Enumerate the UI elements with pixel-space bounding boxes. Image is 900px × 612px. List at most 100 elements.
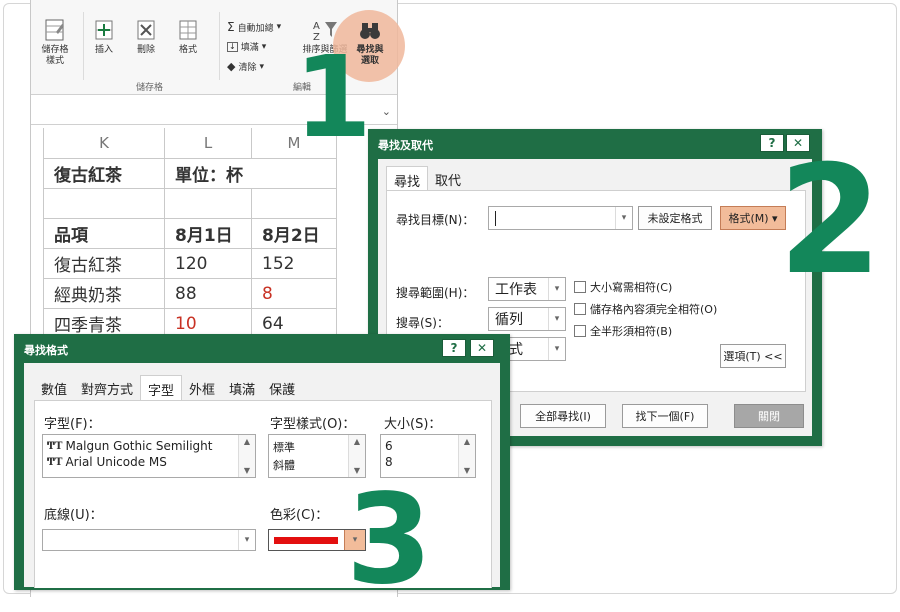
find-what-label: 尋找目標(N)： xyxy=(396,213,475,227)
insert-button[interactable]: 插入 xyxy=(89,18,119,56)
checkbox-label: 儲存格內容須完全相符(O) xyxy=(590,303,718,316)
header-cell[interactable]: 8月1日 xyxy=(164,218,252,249)
value-cell[interactable]: 120 xyxy=(164,248,252,279)
size-label: 大小(S)： xyxy=(384,417,442,432)
search-label: 搜尋(S)： xyxy=(396,316,449,330)
sheet-title-cell[interactable]: 復古紅茶 xyxy=(43,158,165,189)
checkbox-label: 大小寫需相符(C) xyxy=(590,281,673,294)
color-label: 色彩(C)： xyxy=(270,508,329,523)
scrollbar[interactable]: ▲ ▼ xyxy=(238,435,255,477)
scroll-down-icon[interactable]: ▼ xyxy=(239,466,255,475)
empty-cell[interactable] xyxy=(43,188,165,219)
tab-alignment[interactable]: 對齊方式 xyxy=(74,375,140,403)
dialog-title: 尋找及取代 xyxy=(378,139,433,152)
tab-number[interactable]: 數值 xyxy=(34,375,74,403)
checkbox-box[interactable] xyxy=(574,325,586,337)
column-header[interactable]: L xyxy=(164,128,252,159)
color-swatch xyxy=(274,537,338,544)
font-name: Arial Unicode MS xyxy=(65,455,167,469)
item-cell[interactable]: 經典奶茶 xyxy=(43,278,165,309)
format-dropdown-button[interactable]: 格式(M) ▾ xyxy=(720,206,786,230)
table-row: 品項 8月1日 8月2日 xyxy=(43,218,337,249)
scroll-up-icon[interactable]: ▲ xyxy=(239,437,255,446)
find-what-input[interactable]: ▾ xyxy=(488,206,633,230)
checkbox-box[interactable] xyxy=(574,281,586,293)
chevron-down-icon[interactable]: ▾ xyxy=(548,308,565,330)
unit-cell[interactable]: 單位：杯 xyxy=(164,158,337,189)
within-value: 工作表 xyxy=(495,282,537,298)
tab-border[interactable]: 外框 xyxy=(182,375,222,403)
cell-style-button[interactable]: 儲存格 樣式 xyxy=(37,18,73,67)
scroll-down-icon[interactable]: ▼ xyxy=(459,466,475,475)
close-button[interactable]: 關閉 xyxy=(734,404,804,428)
svg-text:A: A xyxy=(313,21,320,32)
scroll-up-icon[interactable]: ▲ xyxy=(459,437,475,446)
within-select[interactable]: 工作表 ▾ xyxy=(488,277,566,301)
delete-label: 刪除 xyxy=(136,45,155,55)
chevron-down-icon[interactable]: ⌄ xyxy=(382,105,391,118)
help-button[interactable]: ? xyxy=(442,339,466,357)
match-entire-checkbox[interactable]: 儲存格內容須完全相符(O) xyxy=(574,301,717,317)
value-cell[interactable]: 88 xyxy=(164,278,252,309)
empty-cell[interactable] xyxy=(251,188,337,219)
column-header[interactable]: K xyxy=(43,128,165,159)
tab-protection[interactable]: 保護 xyxy=(262,375,302,403)
header-cell[interactable]: 8月2日 xyxy=(251,218,337,249)
dialog-title: 尋找格式 xyxy=(24,344,68,357)
chevron-down-icon: ▾ xyxy=(259,61,265,72)
fill-button[interactable]: ↓ 填滿 ▾ xyxy=(227,40,266,53)
cell-style-icon xyxy=(45,19,64,41)
step-number-1: 1 xyxy=(294,33,372,163)
search-value: 循列 xyxy=(495,312,523,328)
tab-bar: 數值 對齊方式 字型 外框 填滿 保護 xyxy=(34,375,302,403)
find-next-button[interactable]: 找下一個(F) xyxy=(622,404,708,428)
checkbox-box[interactable] xyxy=(574,303,586,315)
header-cell[interactable]: 品項 xyxy=(43,218,165,249)
chevron-down-icon[interactable]: ▾ xyxy=(548,338,565,360)
scrollbar[interactable]: ▲ ▼ xyxy=(458,435,475,477)
clear-button[interactable]: ◆ 清除 ▾ xyxy=(227,60,264,73)
chevron-down-icon[interactable]: ▾ xyxy=(548,278,565,300)
autosum-button[interactable]: Σ 自動加總 ▾ xyxy=(227,20,281,34)
underline-select[interactable]: ▾ xyxy=(42,529,256,551)
eraser-icon: ◆ xyxy=(227,60,236,73)
step-number-2: 2 xyxy=(778,134,883,308)
no-format-preview: 未設定格式 xyxy=(638,206,712,230)
fill-down-icon: ↓ xyxy=(227,41,238,52)
fill-label: 填滿 xyxy=(240,43,259,53)
ribbon-separator xyxy=(83,12,84,80)
find-all-button[interactable]: 全部尋找(I) xyxy=(520,404,606,428)
chevron-down-icon: ▾ xyxy=(276,22,282,32)
value-cell-red[interactable]: 8 xyxy=(251,278,337,309)
step-number-3: 3 xyxy=(346,468,433,612)
clear-label: 清除 xyxy=(238,63,257,73)
list-item[interactable]: ͲT Malgun Gothic Semilight xyxy=(43,438,255,454)
search-select[interactable]: 循列 ▾ xyxy=(488,307,566,331)
underline-label: 底線(U)： xyxy=(44,508,103,523)
item-cell[interactable]: 復古紅茶 xyxy=(43,248,165,279)
insert-cells-icon xyxy=(95,20,113,40)
close-icon[interactable]: ✕ xyxy=(470,339,494,357)
value-cell[interactable]: 152 xyxy=(251,248,337,279)
table-row: 經典奶茶 88 8 xyxy=(43,278,337,309)
empty-cell[interactable] xyxy=(164,188,252,219)
chevron-down-icon[interactable]: ▾ xyxy=(615,207,632,229)
options-button[interactable]: 選項(T) << xyxy=(720,344,786,368)
table-row xyxy=(43,188,337,219)
match-width-checkbox[interactable]: 全半形須相符(B) xyxy=(574,323,672,339)
match-case-checkbox[interactable]: 大小寫需相符(C) xyxy=(574,279,672,295)
within-label: 搜尋範圍(H)： xyxy=(396,286,475,300)
chevron-down-icon[interactable]: ▾ xyxy=(238,530,255,550)
font-list[interactable]: ͲT Malgun Gothic Semilight ͲT Arial Unicod… xyxy=(42,434,256,478)
font-style-label: 字型樣式(O)： xyxy=(270,417,356,432)
list-item[interactable]: ͲT Arial Unicode MS xyxy=(43,454,255,470)
text-cursor xyxy=(495,211,496,226)
delete-cells-icon xyxy=(137,20,155,40)
spreadsheet-grid: K L M 復古紅茶 單位：杯 品項 8月1日 8月2日 復古紅茶 120 15… xyxy=(43,128,337,339)
format-button[interactable]: 格式 xyxy=(173,18,203,56)
delete-button[interactable]: 刪除 xyxy=(131,18,161,56)
tab-font[interactable]: 字型 xyxy=(140,375,183,403)
tab-fill[interactable]: 填滿 xyxy=(222,375,262,403)
truetype-font-icon: ͲT xyxy=(47,440,63,452)
scroll-up-icon[interactable]: ▲ xyxy=(349,437,365,446)
